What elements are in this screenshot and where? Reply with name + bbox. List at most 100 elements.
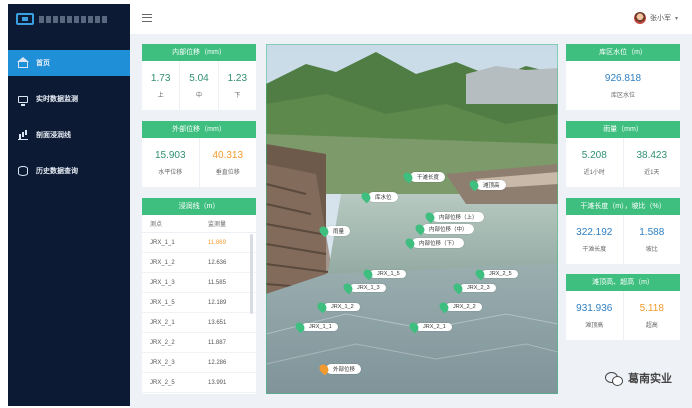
metric: 1.588 坡比 <box>624 215 681 264</box>
reservoir-level-card: 库区水位（m） 926.818 库区水位 <box>566 44 680 110</box>
pin-jrx-2-1[interactable]: JRX_2_1 <box>407 320 452 334</box>
pin-label: 库水位 <box>368 192 398 202</box>
pin-label: JRX_1_1 <box>302 323 338 331</box>
pin-jrx-1-2[interactable]: JRX_1_2 <box>315 300 360 314</box>
cell-point: JRX_1_1 <box>150 239 175 246</box>
user-name: 张小军 <box>649 15 671 22</box>
pin-external-displacement[interactable]: 外部位移 <box>317 362 362 376</box>
metric-value: 15.903 <box>154 149 186 161</box>
sidebar-item-label: 实时数据监测 <box>36 96 78 103</box>
pin-label: 内部位移（下） <box>412 238 464 248</box>
table-row[interactable]: JRX_1_5 12.189 <box>142 293 256 313</box>
metric: 1.73 上 <box>142 61 181 110</box>
sidebar-item-label: 首页 <box>36 60 50 67</box>
database-icon <box>18 166 28 176</box>
pin-label: 外部位移 <box>326 364 362 374</box>
metric: 15.903 水平位移 <box>142 138 200 187</box>
tailings-dam-scene: 干滩长度 滩顶高 库水位 内部位移（上） 内部位移（中） 雨量 内部位移（下） <box>266 44 558 394</box>
sidebar-item-history[interactable]: 历史数据查询 <box>8 158 130 184</box>
sidebar-item-profile[interactable]: 剖面浸润线 <box>8 122 130 148</box>
sidebar-item-label: 剖面浸润线 <box>36 132 71 139</box>
sidebar-item-label: 历史数据查询 <box>36 168 78 175</box>
main-content: 内部位移（mm） 1.73 上 5.04 中 1.23 下 外部位移（mm） 1… <box>130 34 692 408</box>
avatar <box>633 12 646 24</box>
column-header-point: 测点 <box>150 222 163 228</box>
pin-crest-height[interactable]: 滩顶高 <box>467 178 506 192</box>
pin-label: JRX_1_5 <box>370 270 406 278</box>
pin-rainfall[interactable]: 雨量 <box>317 224 351 238</box>
phreatic-line-card: 浸润线（m） 测点 监测量 JRX_1_1 11.869 JRX_1_2 12.… <box>142 198 256 394</box>
card-title: 库区水位（m） <box>566 44 680 61</box>
table-row[interactable]: JRX_2_1 13.651 <box>142 313 256 333</box>
pin-internal-lower[interactable]: 内部位移（下） <box>403 236 464 250</box>
pin-jrx-1-5[interactable]: JRX_1_5 <box>361 267 406 281</box>
metric-label: 滩顶高 <box>585 322 604 329</box>
cell-value: 13.991 <box>208 379 227 386</box>
pin-label: JRX_2_1 <box>416 323 452 331</box>
metric: 38.423 近1天 <box>624 138 681 187</box>
metric: 926.818 库区水位 <box>566 61 680 110</box>
metric: 5.118 超高 <box>624 291 681 340</box>
metric: 5.04 中 <box>180 61 219 110</box>
logo-text-redacted <box>39 15 109 23</box>
pin-jrx-2-3[interactable]: JRX_2_3 <box>451 281 496 295</box>
beach-slope-card: 干滩长度（m），坡比（%） 322.192 干滩长度 1.588 坡比 <box>566 198 680 264</box>
menu-toggle-icon[interactable] <box>142 14 152 22</box>
sidebar-nav: 首页 实时数据监测 剖面浸润线 历史数据查询 <box>8 50 130 184</box>
metric: 5.208 近1小时 <box>566 138 624 187</box>
crest-freeboard-card: 滩顶高、超高（m） 931.936 滩顶高 5.118 超高 <box>566 274 680 340</box>
metric-label: 近1小时 <box>583 169 605 176</box>
metric-label: 干滩长度 <box>582 246 607 253</box>
sidebar-item-home[interactable]: 首页 <box>8 50 130 76</box>
pin-label: JRX_1_2 <box>324 303 360 311</box>
metric-value: 1.23 <box>227 72 248 84</box>
metric-value: 40.313 <box>212 149 244 161</box>
pin-jrx-1-3[interactable]: JRX_1_3 <box>341 281 386 295</box>
metric-value: 5.118 <box>639 302 664 314</box>
metric-label: 近1天 <box>644 169 660 176</box>
pin-label: JRX_1_3 <box>350 284 386 292</box>
top-header: 张小军 ▾ <box>130 4 692 34</box>
cell-value: 12.189 <box>208 299 227 306</box>
table-row[interactable]: JRX_1_1 11.869 <box>142 233 256 253</box>
cell-value: 11.869 <box>208 239 226 246</box>
table-row[interactable]: JRX_1_2 12.636 <box>142 253 256 273</box>
metric-value: 931.936 <box>576 302 613 314</box>
table-row[interactable]: JRX_2_3 12.286 <box>142 353 256 373</box>
app-logo[interactable] <box>8 4 130 34</box>
pin-internal-middle[interactable]: 内部位移（中） <box>413 222 474 236</box>
metric-value: 1.588 <box>639 226 665 238</box>
table-row[interactable]: JRX_1_3 11.585 <box>142 273 256 293</box>
pin-label: JRX_2_5 <box>482 270 518 278</box>
table-header: 测点 监测量 <box>142 215 256 233</box>
pin-jrx-2-2[interactable]: JRX_2_2 <box>437 300 482 314</box>
cell-value: 13.651 <box>208 319 227 326</box>
sidebar-item-realtime[interactable]: 实时数据监测 <box>8 86 130 112</box>
pin-jrx-1-1[interactable]: JRX_1_1 <box>293 320 338 334</box>
rainfall-card: 雨量（mm） 5.208 近1小时 38.423 近1天 <box>566 121 680 187</box>
cell-value: 11.585 <box>208 279 226 286</box>
cell-point: JRX_2_3 <box>150 359 175 366</box>
pin-water-level[interactable]: 库水位 <box>359 190 398 204</box>
cell-point: JRX_1_3 <box>150 279 175 286</box>
pin-jrx-2-5[interactable]: JRX_2_5 <box>473 267 518 281</box>
monitor-icon <box>18 95 28 106</box>
metric-label: 垂直位移 <box>215 169 240 176</box>
bar-chart-icon <box>18 130 28 140</box>
cell-point: JRX_2_5 <box>150 379 175 386</box>
card-title: 浸润线（m） <box>142 198 256 215</box>
table-scrollbar[interactable] <box>250 234 253 314</box>
scene-illustration <box>266 44 558 394</box>
metric-label: 水平位移 <box>158 169 183 176</box>
pin-label: 雨量 <box>326 226 351 236</box>
wechat-icon <box>605 371 623 386</box>
table-row[interactable]: JRX_2_2 11.887 <box>142 333 256 353</box>
metric: 322.192 干滩长度 <box>566 215 624 264</box>
user-menu[interactable]: 张小军 ▾ <box>633 12 678 24</box>
metric-value: 322.192 <box>576 226 613 238</box>
card-title: 干滩长度（m），坡比（%） <box>566 198 680 215</box>
metric-label: 下 <box>234 92 241 99</box>
table-row[interactable]: JRX_2_5 13.991 <box>142 373 256 393</box>
pin-beach-length[interactable]: 干滩长度 <box>401 170 446 184</box>
pin-internal-upper[interactable]: 内部位移（上） <box>423 210 484 224</box>
